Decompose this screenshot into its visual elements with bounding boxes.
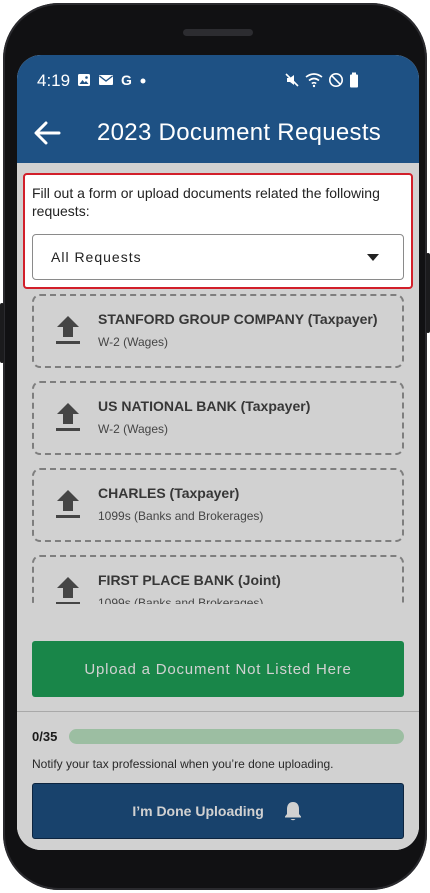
do-not-disturb-icon [329, 73, 343, 87]
request-type: W-2 (Wages) [98, 335, 169, 349]
request-type: W-2 (Wages) [98, 422, 169, 436]
request-card[interactable]: CHARLES (Taxpayer) 1099s (Banks and Brok… [32, 468, 404, 542]
dot-icon [140, 78, 146, 84]
power-button [426, 253, 430, 333]
upload-icon [56, 403, 80, 431]
notify-text: Notify your tax professional when you’re… [32, 757, 334, 771]
screen: 4:19 G 2023 Document Requests STANFORD G… [17, 55, 419, 850]
progress-count: 0/35 [32, 729, 58, 744]
app-bar: 2023 Document Requests [17, 105, 419, 163]
earpiece-speaker [183, 29, 253, 36]
request-type: 1099s (Banks and Brokerages) [98, 509, 264, 523]
status-time: 4:19 [37, 71, 71, 90]
back-arrow-icon[interactable] [31, 117, 63, 149]
request-name: US NATIONAL BANK (Taxpayer) [98, 398, 311, 414]
request-card[interactable]: FIRST PLACE BANK (Joint) 1099s (Banks an… [32, 555, 404, 604]
status-system-icons [284, 72, 359, 88]
upload-icon [56, 490, 80, 518]
upload-icon [56, 577, 80, 604]
done-uploading-button[interactable]: I’m Done Uploading [32, 783, 404, 839]
mail-icon [99, 75, 113, 85]
request-card[interactable]: US NATIONAL BANK (Taxpayer) W-2 (Wages) [32, 381, 404, 455]
mute-icon [285, 73, 299, 87]
upload-icon [56, 316, 80, 344]
request-list[interactable]: STANFORD GROUP COMPANY (Taxpayer) W-2 (W… [17, 294, 419, 604]
upload-not-listed-button[interactable]: Upload a Document Not Listed Here [32, 641, 404, 697]
request-name: FIRST PLACE BANK (Joint) [98, 572, 281, 588]
progress-bar [69, 729, 404, 744]
bell-icon [284, 802, 301, 821]
request-name: STANFORD GROUP COMPANY (Taxpayer) [98, 311, 378, 327]
status-notification-icons: G [77, 72, 147, 88]
request-card[interactable]: STANFORD GROUP COMPANY (Taxpayer) W-2 (W… [32, 294, 404, 368]
volume-button [0, 303, 4, 363]
divider [17, 711, 419, 712]
google-icon: G [121, 72, 132, 88]
request-name: CHARLES (Taxpayer) [98, 485, 240, 501]
image-icon [78, 74, 90, 86]
phone-frame: 4:19 G 2023 Document Requests STANFORD G… [0, 3, 430, 890]
status-bar: 4:19 G [17, 55, 419, 105]
wifi-icon [305, 73, 323, 88]
page-title: 2023 Document Requests [97, 119, 382, 146]
battery-icon [350, 72, 358, 88]
done-uploading-label: I’m Done Uploading [132, 803, 264, 819]
main-content: STANFORD GROUP COMPANY (Taxpayer) W-2 (W… [17, 163, 419, 850]
request-type: 1099s (Banks and Brokerages) [98, 596, 264, 604]
